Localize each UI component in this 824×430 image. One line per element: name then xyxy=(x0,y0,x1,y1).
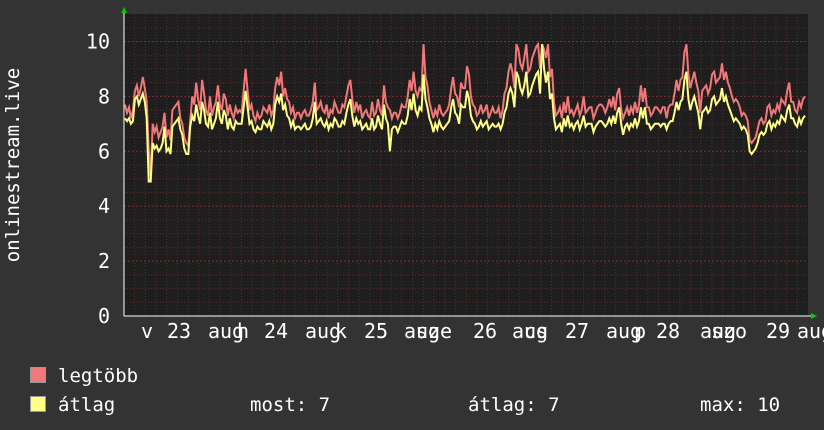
x-tick-label: 24 xyxy=(264,319,288,343)
legtobb-swatch xyxy=(30,366,46,383)
y-axis-arrow xyxy=(121,7,127,13)
y-tick-label: 2 xyxy=(98,249,110,273)
x-tick-label: 23 xyxy=(167,319,191,343)
legend-item-legtobb: legtöbb xyxy=(30,362,138,391)
x-tick-label: h xyxy=(237,319,249,343)
x-tick-label: 29 xyxy=(766,319,790,343)
x-tick-label: p xyxy=(634,319,646,343)
x-tick-label: k xyxy=(335,319,347,343)
legend-label: átlag xyxy=(58,394,116,416)
y-tick-label: 8 xyxy=(98,84,110,108)
x-tick-label: v xyxy=(141,319,153,343)
stat-max: max: 10 xyxy=(700,394,781,416)
x-tick-label: 25 xyxy=(364,319,388,343)
x-tick-label: szo xyxy=(711,319,747,343)
y-tick-label: 4 xyxy=(98,194,110,218)
y-tick-label: 6 xyxy=(98,139,110,163)
y-tick-label: 0 xyxy=(98,304,110,328)
stat-average: átlag: 7 xyxy=(468,394,560,416)
x-tick-label: 26 xyxy=(473,319,497,343)
y-axis-label: onlinestream.live xyxy=(2,68,24,262)
x-tick-label: cs xyxy=(524,319,548,343)
chart: 0246810v 23 augh 24 augk 25 augsze 26 augcs 27 aug… xyxy=(2,7,824,343)
legend: legtöbb átlag most: 7 átlag: 7 max: 10 xyxy=(30,362,780,420)
x-tick-label: 28 xyxy=(656,319,680,343)
x-tick-label: 27 xyxy=(565,319,589,343)
atlag-swatch xyxy=(30,395,46,412)
legend-label: legtöbb xyxy=(58,365,139,387)
x-tick-label: aug xyxy=(797,319,824,343)
x-tick-label: sze xyxy=(416,319,452,343)
legend-item-atlag: átlag most: 7 átlag: 7 max: 10 xyxy=(30,391,780,420)
stat-current: most: 7 xyxy=(250,394,331,416)
y-tick-label: 10 xyxy=(86,29,110,53)
